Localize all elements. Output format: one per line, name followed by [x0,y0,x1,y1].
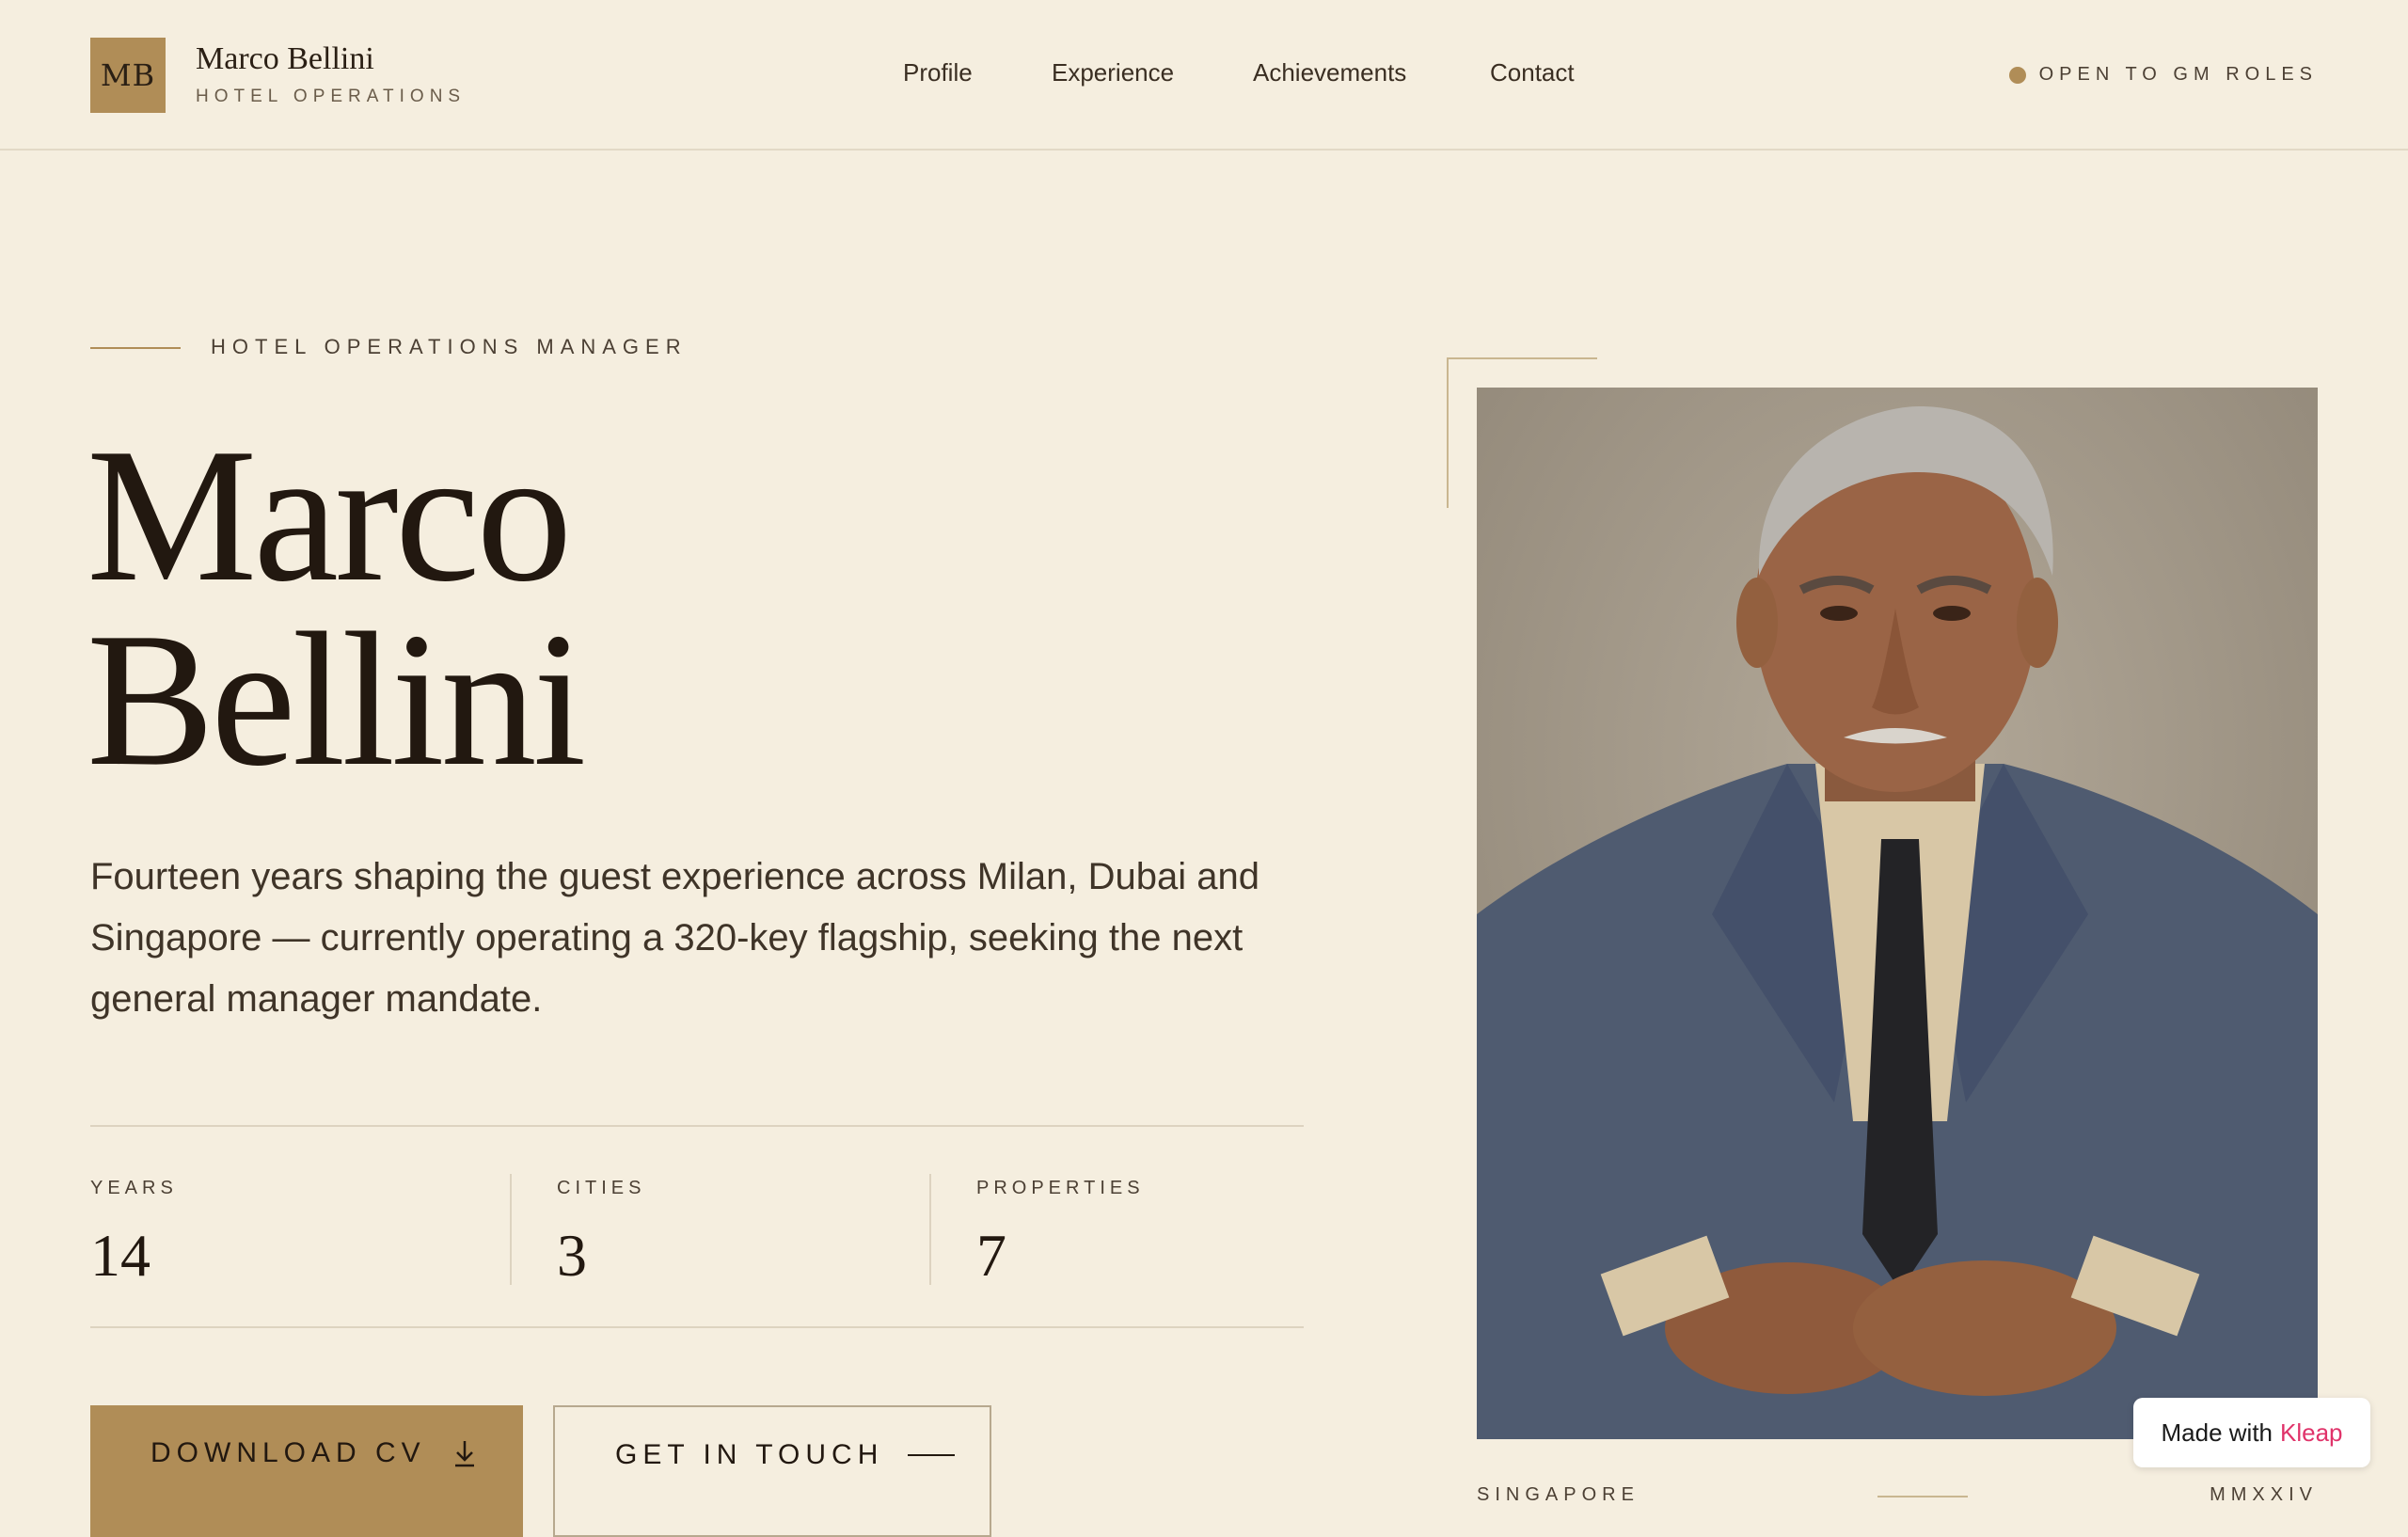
availability-status: OPEN TO GM ROLES [2008,64,2318,86]
download-cv-button[interactable]: DOWNLOAD CV [90,1405,523,1537]
brand-subtitle: HOTEL OPERATIONS [196,87,467,106]
stat-value: 3 [557,1222,587,1289]
portrait-caption-location: SINGAPORE [1477,1484,1640,1505]
hero-first-name: Marco [87,409,572,622]
eyebrow-rule [90,347,181,349]
status-dot-icon [2008,66,2026,84]
nav-profile[interactable]: Profile [903,58,973,87]
stat-value: 14 [90,1222,150,1289]
get-in-touch-label: GET IN TOUCH [615,1439,884,1470]
nav-experience[interactable]: Experience [1052,58,1174,87]
arrow-line-icon [908,1454,956,1456]
badge-brand: Kleap [2280,1418,2343,1447]
hero-name: Marco Bellini [87,409,586,806]
hero-eyebrow: HOTEL OPERATIONS MANAGER [211,335,688,358]
portrait-photo [1477,388,2318,1439]
caption-rule [1877,1496,1968,1497]
download-icon [452,1439,477,1467]
status-label: OPEN TO GM ROLES [2038,64,2318,85]
monogram-logo[interactable]: MB [90,38,166,113]
stat-divider [510,1174,512,1285]
stats-row: YEARS 14 CITIES 3 PROPERTIES 7 [90,1125,1304,1328]
stat-label: PROPERTIES [976,1178,1145,1198]
nav-achievements[interactable]: Achievements [1253,58,1406,87]
nav-contact[interactable]: Contact [1490,58,1575,87]
hero-intro: Fourteen years shaping the guest experie… [90,856,1259,1020]
stat-divider [929,1174,931,1285]
portrait-caption-year: MMXXIV [2210,1484,2318,1505]
get-in-touch-button[interactable]: GET IN TOUCH [553,1405,991,1537]
site-header: MB Marco Bellini HOTEL OPERATIONS Profil… [0,0,2408,151]
stat-value: 7 [976,1222,1006,1289]
made-with-kleap-badge[interactable]: Made with Kleap [2133,1398,2370,1467]
badge-prefix: Made with [2161,1418,2273,1447]
brand-name[interactable]: Marco Bellini [196,41,374,77]
stat-label: YEARS [90,1178,178,1198]
stat-label: CITIES [557,1178,646,1198]
download-cv-label: DOWNLOAD CV [150,1437,426,1468]
hero-last-name: Bellini [87,594,586,806]
